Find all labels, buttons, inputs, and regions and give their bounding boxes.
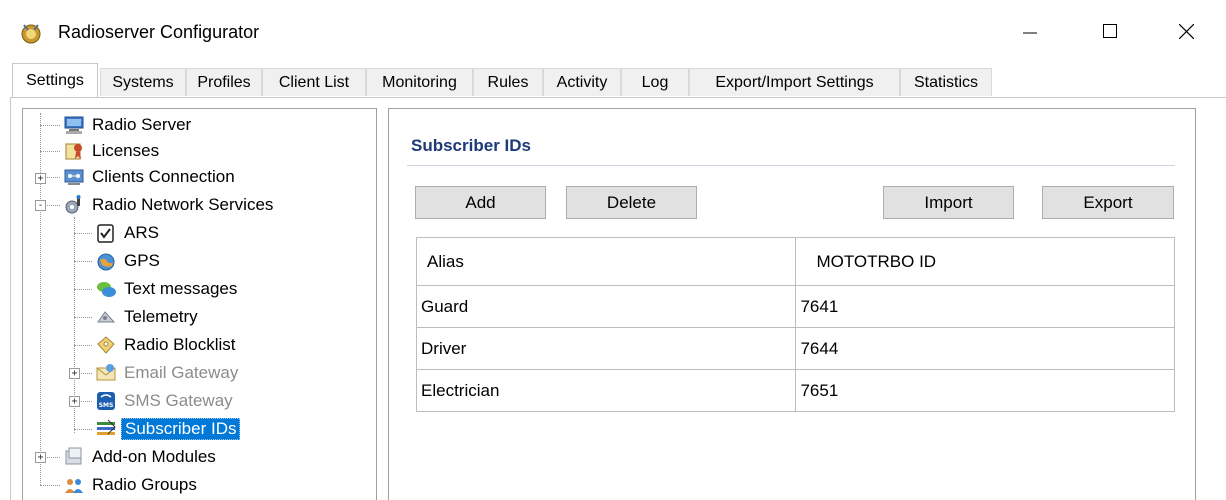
tree-item-subscriber-ids[interactable]: Subscriber IDs [95, 416, 241, 442]
minimize-icon [1023, 32, 1037, 34]
delete-button[interactable]: Delete [566, 186, 697, 219]
services-gear-icon [65, 195, 81, 214]
tree-item-label: Radio Network Services [92, 195, 274, 214]
close-icon [1178, 23, 1194, 39]
tree-item-label: GPS [124, 251, 160, 270]
tab-rules[interactable]: Rules [473, 68, 543, 96]
tree-item-label: Email Gateway [124, 363, 239, 382]
tree-item-label: Licenses [92, 141, 160, 160]
tab-profiles[interactable]: Profiles [186, 68, 262, 96]
tree-item-label: Subscriber IDs [121, 418, 241, 440]
tree-item-radio-groups[interactable]: Radio Groups [63, 472, 197, 498]
tree-item-gps[interactable]: GPS [95, 248, 160, 274]
minimize-button[interactable] [1010, 14, 1050, 48]
tree-item-sms-gateway[interactable]: SMS SMS Gateway [95, 388, 233, 414]
network-icon [64, 169, 84, 185]
mototrbo-id-cell[interactable]: 7651 [795, 369, 1175, 412]
tree-item-label: Clients Connection [92, 167, 235, 186]
tree-connector [74, 289, 92, 290]
tree-connector [40, 485, 60, 486]
tree-item-telemetry[interactable]: Telemetry [95, 304, 198, 330]
table-row[interactable]: Electrician 7651 [415, 369, 1175, 412]
alias-cell[interactable]: Electrician [415, 369, 797, 412]
tree-item-licenses[interactable]: Licenses [63, 138, 159, 164]
tree-item-clients-connection[interactable]: Clients Connection [63, 164, 235, 190]
radio-groups-icon [65, 479, 83, 493]
panel-divider [407, 165, 1175, 166]
table-row[interactable]: Driver 7644 [415, 327, 1175, 370]
tree-connector [40, 151, 60, 152]
tree-item-label: Radio Groups [92, 475, 197, 494]
column-header-mototrbo-id[interactable]: MOTOTRBO ID [795, 237, 1175, 286]
subscriber-ids-icon [97, 419, 116, 435]
alias-cell[interactable]: Guard [415, 285, 797, 328]
server-icon [64, 116, 84, 134]
expand-clients-connection[interactable]: + [35, 173, 46, 184]
tree-connector [40, 113, 41, 485]
tab-log[interactable]: Log [621, 68, 689, 96]
settings-tree[interactable]: + - + + + Radio Server Licenses Clients … [22, 108, 377, 500]
subscriber-ids-panel: Subscriber IDs Add Delete Import Export … [388, 108, 1196, 500]
tab-activity[interactable]: Activity [543, 68, 621, 96]
collapse-radio-network-services[interactable]: - [35, 200, 46, 211]
tab-systems[interactable]: Systems [100, 68, 186, 96]
tree-item-label: Text messages [124, 279, 238, 298]
tree-item-radio-network-services[interactable]: Radio Network Services [63, 192, 273, 218]
tree-item-email-gateway[interactable]: Email Gateway [95, 360, 238, 386]
table-row[interactable]: Guard 7641 [415, 285, 1175, 328]
tab-strip: Settings Systems Profiles Client List Mo… [0, 62, 1226, 98]
tree-item-ars[interactable]: ARS [95, 220, 159, 246]
expand-email-gateway[interactable]: + [69, 368, 80, 379]
tree-item-label: Radio Blocklist [124, 335, 236, 354]
export-button[interactable]: Export [1042, 186, 1174, 219]
close-button[interactable] [1166, 14, 1206, 48]
tree-item-label: SMS Gateway [124, 391, 233, 410]
tab-statistics[interactable]: Statistics [900, 68, 992, 96]
svg-text:SMS: SMS [99, 402, 114, 409]
gps-globe-icon [97, 253, 115, 271]
sms-icon: SMS [97, 392, 115, 410]
tree-connector [74, 317, 92, 318]
panel-title: Subscriber IDs [411, 136, 531, 155]
tree-item-add-on-modules[interactable]: Add-on Modules [63, 444, 216, 470]
maximize-icon [1103, 24, 1117, 38]
tree-item-label: Add-on Modules [92, 447, 216, 466]
tree-connector [74, 233, 92, 234]
blocklist-icon [97, 336, 115, 354]
tree-item-radio-blocklist[interactable]: Radio Blocklist [95, 332, 236, 358]
tree-item-label: ARS [124, 223, 159, 242]
tab-settings[interactable]: Settings [12, 63, 98, 97]
expand-sms-gateway[interactable]: + [69, 396, 80, 407]
telemetry-icon [97, 311, 116, 323]
tab-monitoring[interactable]: Monitoring [366, 68, 473, 96]
add-button[interactable]: Add [415, 186, 546, 219]
tree-connector [74, 261, 92, 262]
mototrbo-id-cell[interactable]: 7641 [795, 285, 1175, 328]
tree-item-label: Telemetry [124, 307, 198, 326]
maximize-button[interactable] [1090, 14, 1130, 48]
tab-client-list[interactable]: Client List [262, 68, 366, 96]
text-messages-icon [97, 282, 116, 297]
mototrbo-id-cell[interactable]: 7644 [795, 327, 1175, 370]
tab-export-import-settings[interactable]: Export/Import Settings [689, 68, 900, 96]
table-header-row: Alias MOTOTRBO ID [415, 237, 1175, 286]
tree-connector [74, 429, 92, 430]
email-icon [96, 364, 116, 381]
tree-item-radio-server[interactable]: Radio Server [63, 112, 191, 138]
ars-checklist-icon [97, 224, 114, 243]
modules-icon [65, 447, 82, 465]
tree-connector [40, 125, 60, 126]
license-icon [65, 143, 82, 160]
import-button[interactable]: Import [883, 186, 1014, 219]
alias-cell[interactable]: Driver [415, 327, 797, 370]
window-title: Radioserver Configurator [58, 22, 260, 42]
column-header-alias[interactable]: Alias [415, 237, 797, 286]
tree-connector [74, 345, 92, 346]
tree-item-label: Radio Server [92, 115, 192, 134]
subscriber-table[interactable]: Alias MOTOTRBO ID Guard 7641 Driver 7644… [415, 237, 1175, 412]
app-badge-icon [21, 24, 41, 44]
title-bar: Radioserver Configurator [0, 0, 1226, 62]
expand-add-on-modules[interactable]: + [35, 452, 46, 463]
tree-item-text-messages[interactable]: Text messages [95, 276, 237, 302]
